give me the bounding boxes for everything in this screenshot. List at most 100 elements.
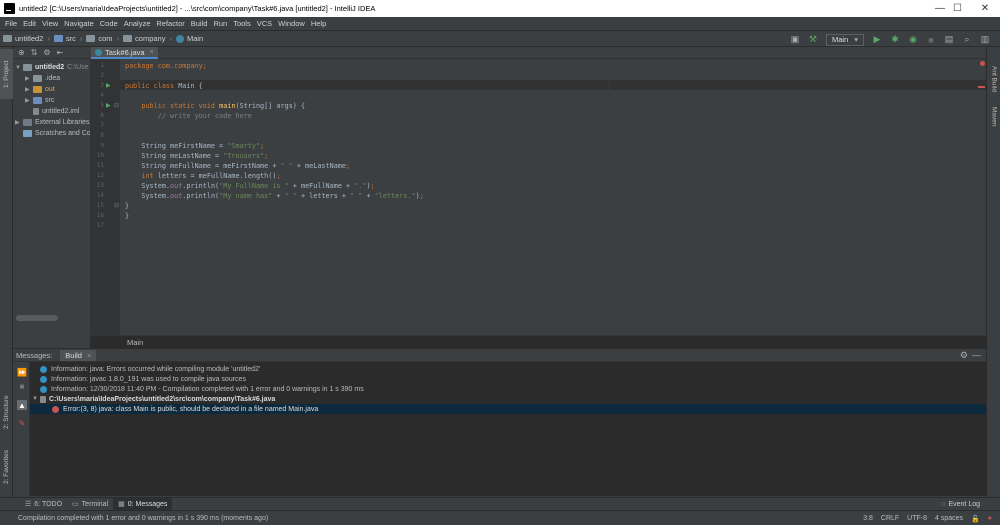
error-indicator-icon[interactable] [980, 61, 985, 66]
message-text: Error:(3, 8) java: class Main is public,… [63, 405, 319, 413]
tree-scratches[interactable]: Scratches and Co [23, 128, 91, 139]
breadcrumb-label: company [135, 34, 166, 43]
line-number: 7 [100, 122, 104, 129]
breadcrumb-separator: › [47, 34, 50, 43]
run-config-select[interactable]: Main ▾ [825, 33, 864, 46]
stop-icon[interactable]: ■ [925, 34, 937, 46]
line-number: 14 [96, 192, 104, 199]
structure-tool-tab[interactable]: 2: Structure [0, 387, 13, 437]
tree-item-iml[interactable]: untitled2.iml [33, 106, 79, 117]
status-message: Compilation completed with 1 error and 0… [18, 514, 269, 522]
todo-icon: ☰ [25, 501, 32, 508]
breadcrumb-label: src [65, 34, 76, 43]
run-icon[interactable]: ▶ [871, 34, 883, 46]
tree-external-libraries[interactable]: ▶ External Libraries [15, 117, 89, 128]
menu-file[interactable]: File [5, 19, 17, 28]
minimize-panel-icon[interactable]: — [972, 350, 981, 360]
tree-root[interactable]: ▼ untitled2 C:\Use [15, 62, 89, 73]
menu-help[interactable]: Help [311, 19, 326, 28]
menu-window[interactable]: Window [278, 19, 305, 28]
debug-icon[interactable]: ✱ [889, 34, 901, 46]
breadcrumb-com[interactable]: com [86, 34, 113, 43]
menu-view[interactable]: View [42, 19, 58, 28]
menu-analyze[interactable]: Analyze [124, 19, 151, 28]
tab-terminal[interactable]: ▭ Terminal [67, 498, 113, 511]
terminal-icon: ▭ [72, 501, 79, 508]
menu-navigate[interactable]: Navigate [64, 19, 94, 28]
file-encoding[interactable]: UTF-8 [907, 515, 927, 522]
left-tool-strip: 1: Project 2: Structure 2: Favorites [0, 47, 13, 497]
editor-breadcrumb-main[interactable]: Main [127, 338, 143, 347]
project-tool-tab[interactable]: 1: Project [0, 49, 13, 99]
code-editor[interactable]: package com.company; public class Main {… [120, 59, 986, 335]
breadcrumb-project[interactable]: untitled2 [3, 34, 43, 43]
line-number: 4 [100, 92, 104, 99]
gear-icon[interactable]: ⚙ [43, 48, 50, 57]
search-icon[interactable]: ⌕ [961, 34, 973, 46]
tab-todo[interactable]: ☰ 6: TODO [20, 498, 67, 511]
inspection-icon[interactable]: ● [988, 515, 992, 522]
fold-icon[interactable]: ⊟ [114, 102, 119, 109]
message-row[interactable]: Information: 12/30/2018 11:40 PM - Compi… [40, 384, 364, 394]
menu-refactor[interactable]: Refactor [156, 19, 184, 28]
file-icon [40, 395, 46, 403]
menu-edit[interactable]: Edit [23, 19, 36, 28]
error-stripe-mark[interactable] [978, 86, 985, 88]
menu-run[interactable]: Run [213, 19, 227, 28]
messages-toolbar: ⏩ ■ ▲ ✎ [13, 362, 30, 496]
tree-item-src[interactable]: ▶ src [25, 95, 54, 106]
message-row[interactable]: Information: java: Errors occurred while… [40, 364, 260, 374]
code-line: public static void main(String[] args) { [125, 102, 306, 110]
caret-position[interactable]: 3:8 [863, 515, 873, 522]
close-window-button[interactable]: ✕ [970, 0, 1000, 17]
chevron-down-icon: ▾ [854, 35, 858, 44]
ant-build-tab[interactable]: Ant Build [987, 59, 1000, 99]
gear-icon[interactable]: ⚙ [960, 350, 968, 361]
layout-icon[interactable]: ▤ [943, 34, 955, 46]
line-number: 6 [100, 112, 104, 119]
hide-icon[interactable]: ⇤ [57, 48, 64, 57]
settings-icon[interactable]: ▥ [979, 34, 991, 46]
tab-build[interactable]: Build × [60, 349, 97, 361]
build-hammer-icon[interactable]: ⚒ [807, 34, 819, 46]
lock-icon[interactable]: 🔓 [971, 515, 980, 523]
close-tab-icon[interactable]: × [87, 351, 91, 360]
breadcrumb-company[interactable]: company [123, 34, 165, 43]
tree-item-out[interactable]: ▶ out [25, 84, 89, 95]
tab-messages[interactable]: ▦ 0: Messages [113, 497, 173, 511]
menu-build[interactable]: Build [191, 19, 208, 28]
indent-setting[interactable]: 4 spaces [935, 515, 963, 522]
message-row[interactable]: Information: javac 1.8.0_191 was used to… [40, 374, 246, 384]
tab-task6-java[interactable]: Task#6.java × [91, 47, 158, 59]
menu-code[interactable]: Code [100, 19, 118, 28]
stop-icon[interactable]: ■ [17, 381, 27, 391]
run-gutter-icon[interactable]: ▶ [106, 82, 111, 89]
wrench-icon[interactable]: ✎ [17, 418, 27, 428]
close-tab-icon[interactable]: × [150, 49, 154, 56]
add-icon[interactable]: ⊕ [18, 48, 25, 57]
rerun-icon[interactable]: ⏩ [17, 367, 27, 377]
collapse-icon[interactable]: ⇅ [31, 48, 38, 57]
line-separator[interactable]: CRLF [881, 515, 899, 522]
breadcrumb-main[interactable]: Main [175, 34, 203, 43]
coverage-icon[interactable]: ◉ [907, 34, 919, 46]
tree-item-idea[interactable]: ▶ .idea [25, 73, 60, 84]
warning-filter-icon[interactable]: ▲ [17, 400, 27, 410]
event-log-button[interactable]: ◌ Event Log [941, 501, 980, 508]
breadcrumb-src[interactable]: src [53, 34, 76, 43]
project-structure-icon[interactable]: ▣ [789, 34, 801, 46]
chevron-right-icon: ▶ [25, 76, 30, 82]
run-gutter-icon[interactable]: ▶ [106, 102, 111, 109]
fold-icon[interactable]: ⊟ [114, 202, 119, 209]
maven-tab[interactable]: Maven [987, 99, 1000, 134]
message-error-row[interactable]: Error:(3, 8) java: class Main is public,… [30, 404, 986, 414]
chevron-right-icon: ▶ [25, 87, 30, 93]
favorites-tool-tab[interactable]: 2: Favorites [0, 442, 13, 492]
editor-breadcrumb: Main [90, 335, 986, 348]
horizontal-scrollbar[interactable] [16, 315, 58, 321]
breadcrumb-separator: › [116, 34, 120, 43]
menu-vcs[interactable]: VCS [257, 19, 272, 28]
message-file-row[interactable]: ▼ C:\Users\maria\IdeaProjects\untitled2\s… [32, 394, 275, 404]
right-tool-strip: Ant Build Maven [986, 47, 1000, 497]
menu-tools[interactable]: Tools [233, 19, 251, 28]
